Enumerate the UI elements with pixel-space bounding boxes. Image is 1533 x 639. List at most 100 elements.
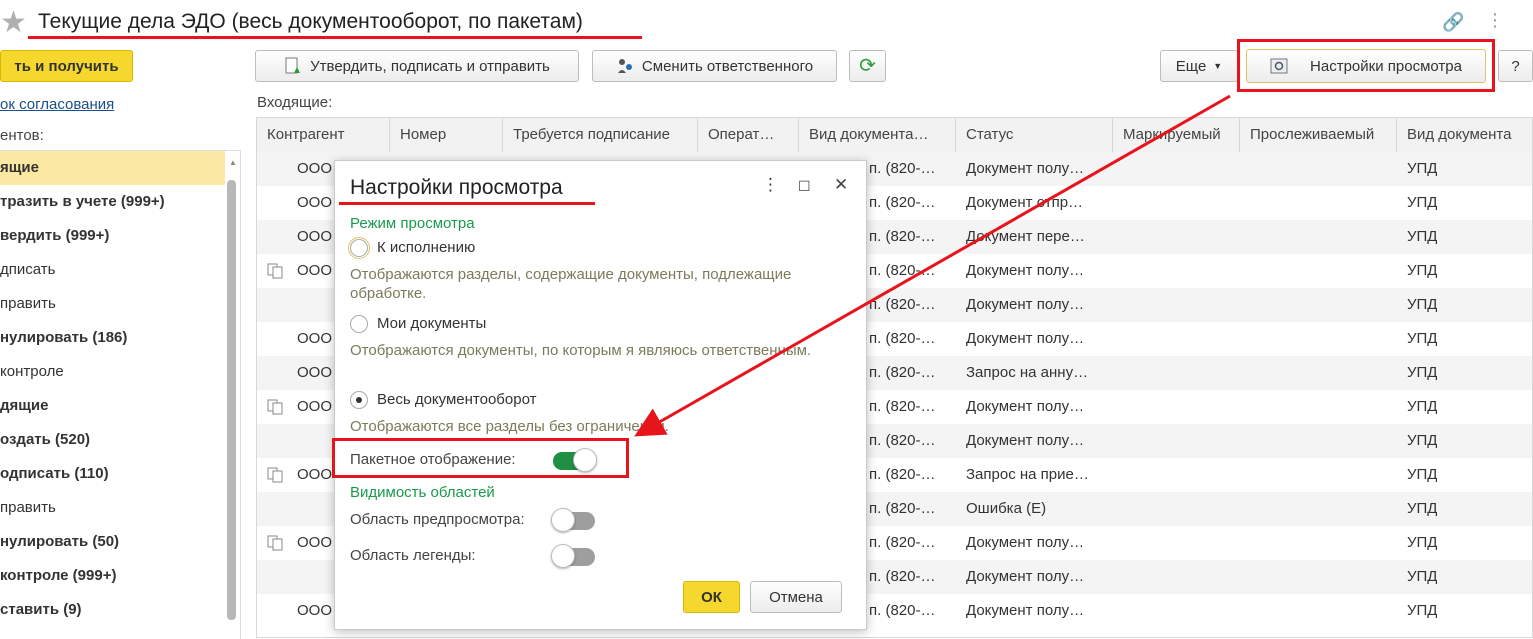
column-header[interactable]: Статус xyxy=(956,118,1113,152)
radio-all-documents-label[interactable]: Весь документооборот xyxy=(377,391,536,408)
radio-to-execute[interactable] xyxy=(348,237,370,259)
cell-doc-type: УПД xyxy=(1407,568,1438,585)
cell-doc-type: УПД xyxy=(1407,398,1438,415)
title-annotation-underline xyxy=(28,36,642,39)
users-swap-icon xyxy=(616,57,634,75)
cell-status: Документ полу… xyxy=(966,432,1085,449)
cell-doc-kind: п. (820-… xyxy=(869,602,936,619)
column-header[interactable]: Прослеживаемый xyxy=(1240,118,1397,152)
list-item[interactable]: тразить в учете (999+) xyxy=(0,185,225,219)
radio-all-documents[interactable] xyxy=(350,391,368,409)
list-item[interactable]: править xyxy=(0,287,225,321)
favorite-star-icon[interactable]: ★ xyxy=(0,8,27,38)
cell-status: Документ полу… xyxy=(966,296,1085,313)
cell-doc-type: УПД xyxy=(1407,228,1438,245)
cell-counterparty: ООО xyxy=(297,534,333,551)
list-item[interactable]: контроле xyxy=(0,355,225,389)
cancel-button[interactable]: Отмена xyxy=(750,581,842,613)
cell-doc-kind: п. (820-… xyxy=(869,228,936,245)
cell-doc-kind: п. (820-… xyxy=(869,432,936,449)
list-item[interactable]: одписать (110) xyxy=(0,457,225,491)
column-header[interactable]: Контрагент xyxy=(257,118,390,152)
refresh-button[interactable]: ⟳ xyxy=(849,50,886,82)
dialog-more-icon[interactable]: ⋮ xyxy=(762,175,779,195)
radio-to-execute-label[interactable]: К исполнению xyxy=(377,239,475,256)
list-item[interactable]: дписать xyxy=(0,253,225,287)
document-approve-icon xyxy=(284,57,302,75)
list-item[interactable]: нулировать (50) xyxy=(0,525,225,559)
cell-doc-type: УПД xyxy=(1407,500,1438,517)
cell-doc-kind: п. (820-… xyxy=(869,160,936,177)
list-item[interactable]: контроле (999+) xyxy=(0,559,225,593)
table-header: Контрагент Номер Требуется подписание Оп… xyxy=(257,118,1532,153)
cell-doc-type: УПД xyxy=(1407,466,1438,483)
legend-area-toggle[interactable] xyxy=(551,544,595,568)
ok-button[interactable]: ОК xyxy=(683,581,740,613)
cell-status: Документ полу… xyxy=(966,262,1085,279)
column-header[interactable]: Вид документа xyxy=(1397,118,1532,152)
cell-doc-type: УПД xyxy=(1407,534,1438,551)
list-item[interactable]: ставить (9) xyxy=(0,593,225,627)
incoming-caption: Входящие: xyxy=(257,94,333,111)
link-icon[interactable]: 🔗 xyxy=(1442,12,1464,33)
cell-counterparty: ООО xyxy=(297,364,333,381)
approval-list-link[interactable]: ок согласования xyxy=(0,96,114,113)
cell-counterparty: ООО xyxy=(297,330,333,347)
column-header[interactable]: Операт… xyxy=(698,118,799,152)
cell-doc-kind: п. (820-… xyxy=(869,398,936,415)
radio-my-documents-label[interactable]: Мои документы xyxy=(377,315,486,332)
dialog-title: Настройки просмотра xyxy=(350,176,563,199)
cell-doc-kind: п. (820-… xyxy=(869,534,936,551)
preview-area-toggle[interactable] xyxy=(551,508,595,532)
list-item[interactable]: дящие xyxy=(0,389,225,423)
column-header[interactable]: Маркируемый xyxy=(1113,118,1240,152)
list-item[interactable]: нулировать (186) xyxy=(0,321,225,355)
help-button[interactable]: ? xyxy=(1498,50,1533,82)
list-item[interactable]: править xyxy=(0,491,225,525)
close-icon[interactable]: ✕ xyxy=(834,175,848,195)
radio-my-documents[interactable] xyxy=(350,315,368,333)
cell-counterparty: ООО xyxy=(297,602,333,619)
cell-status: Документ полу… xyxy=(966,534,1085,551)
more-vertical-icon[interactable]: ⋮ xyxy=(1486,10,1504,31)
cell-doc-type: УПД xyxy=(1407,194,1438,211)
cell-counterparty: ООО xyxy=(297,466,333,483)
left-caption: ентов: xyxy=(0,127,44,144)
cell-counterparty: ООО xyxy=(297,160,333,177)
cell-doc-type: УПД xyxy=(1407,296,1438,313)
refresh-icon: ⟳ xyxy=(859,55,876,77)
cell-status: Документ полу… xyxy=(966,160,1085,177)
column-header[interactable]: Требуется подписание xyxy=(503,118,698,152)
change-responsible-button[interactable]: Сменить ответственного xyxy=(592,50,837,82)
cell-counterparty: ООО xyxy=(297,194,333,211)
list-item[interactable]: ящие xyxy=(0,151,225,185)
cell-status: Запрос на прие… xyxy=(966,466,1089,483)
cell-doc-kind: п. (820-… xyxy=(869,194,936,211)
cell-doc-type: УПД xyxy=(1407,160,1438,177)
column-header[interactable]: Номер xyxy=(390,118,503,152)
package-icon xyxy=(267,263,285,279)
cell-doc-kind: п. (820-… xyxy=(869,568,936,585)
cell-doc-type: УПД xyxy=(1407,432,1438,449)
view-settings-dialog: Настройки просмотра ⋮ ☐ ✕ Режим просмотр… xyxy=(334,160,867,630)
chevron-down-icon: ▼ xyxy=(1213,61,1223,71)
settings-annotation-box xyxy=(1237,39,1495,92)
scroll-up-icon[interactable]: ▲ xyxy=(229,158,237,167)
cell-counterparty: ООО xyxy=(297,398,333,415)
left-scrollbar[interactable] xyxy=(227,180,236,620)
cell-doc-kind: п. (820-… xyxy=(869,364,936,381)
more-label: Еще xyxy=(1175,57,1207,75)
more-menu-button[interactable]: Еще ▼ xyxy=(1160,50,1238,82)
list-item[interactable]: оздать (520) xyxy=(0,423,225,457)
approve-sign-send-button[interactable]: Утвердить, подписать и отправить xyxy=(255,50,579,82)
list-item[interactable]: вердить (999+) xyxy=(0,219,225,253)
package-icon xyxy=(267,467,285,483)
maximize-icon[interactable]: ☐ xyxy=(798,178,811,195)
package-icon xyxy=(267,535,285,551)
approve-sign-send-label: Утвердить, подписать и отправить xyxy=(310,57,550,75)
cell-counterparty: ООО xyxy=(297,228,333,245)
column-header[interactable]: Вид документа… xyxy=(799,118,956,152)
cell-doc-kind: п. (820-… xyxy=(869,296,936,313)
send-receive-button[interactable]: ть и получить xyxy=(0,50,133,82)
sections-list: ящие тразить в учете (999+) вердить (999… xyxy=(0,150,241,639)
